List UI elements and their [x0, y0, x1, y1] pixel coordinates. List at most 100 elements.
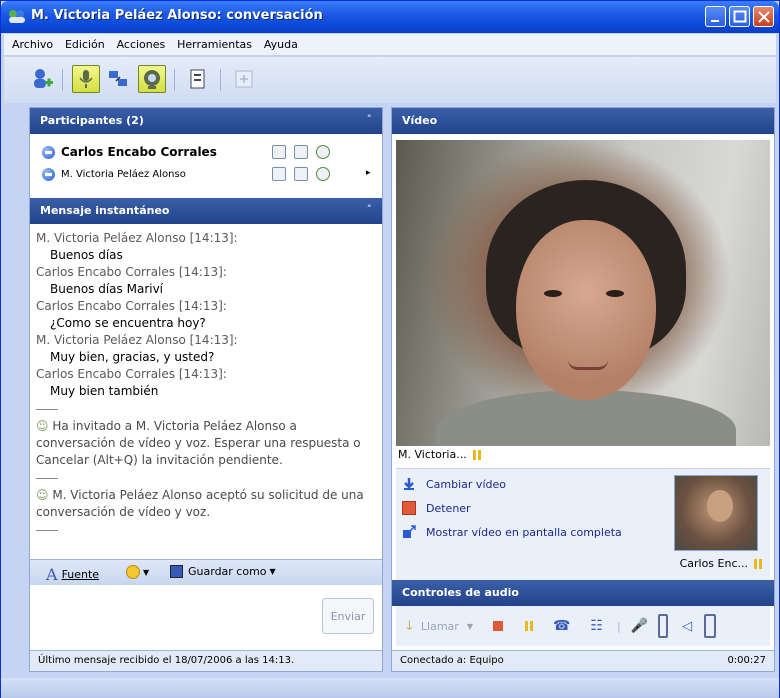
notepad-icon[interactable] [294, 167, 308, 181]
left-panel: Participantes (2) ˄ Carlos Encabo Corral… [29, 107, 383, 672]
fullscreen-label: Mostrar vídeo en pantalla completa [426, 525, 622, 539]
add-participant-button[interactable] [28, 65, 56, 93]
self-video-preview [674, 475, 758, 551]
collapse-icon[interactable]: ˄ [367, 203, 373, 216]
emoticon-button[interactable]: ▼ [126, 565, 149, 579]
system-message: ☺ Ha invitado a M. Victoria Peláez Alons… [36, 418, 376, 469]
message-text: Buenos días [50, 248, 123, 262]
toolbar [4, 57, 776, 103]
right-panel: Vídeo M. Victoria... Cambiar vídeo Deten… [391, 107, 775, 672]
menu-bar: Archivo Edición Acciones Herramientas Ay… [4, 34, 776, 56]
mic-volume-icon[interactable]: 🎤 [631, 618, 648, 634]
dropdown-arrow-icon[interactable]: ▼ [467, 622, 473, 631]
chat-bubble-icon[interactable] [272, 167, 286, 181]
speaker-icon[interactable]: ◁ [682, 619, 692, 634]
message-sender: M. Victoria Peláez Alonso [14:13]: [36, 231, 238, 245]
minimize-icon [711, 20, 719, 22]
remote-video [396, 140, 770, 446]
webcam-icon [144, 70, 160, 89]
notepad-icon[interactable] [294, 145, 308, 159]
hangup-icon[interactable]: ☎ [553, 618, 570, 634]
messenger-icon [9, 10, 25, 23]
keypad-icon[interactable]: ☷ [590, 618, 603, 634]
call-button[interactable]: Llamar [421, 620, 459, 633]
video-subject-face [516, 220, 656, 400]
dropdown-arrow-icon: ▼ [143, 567, 150, 577]
stop-label: Detener [426, 501, 471, 515]
close-button[interactable] [753, 6, 774, 27]
collapse-icon[interactable]: ˄ [367, 113, 373, 126]
message-text: Muy bien, gracias, y usted? [50, 350, 215, 364]
pause-icon[interactable] [524, 621, 533, 631]
share-button[interactable] [104, 65, 132, 93]
webcam-small-icon[interactable] [316, 145, 330, 159]
participants-header[interactable]: Participantes (2) ˄ [30, 108, 382, 134]
remote-name: M. Victoria... [398, 448, 467, 461]
remote-assist-icon [235, 70, 253, 88]
chat-transcript: M. Victoria Peláez Alonso [14:13]: Bueno… [36, 230, 376, 548]
video-subject-eye [544, 290, 562, 297]
microphone-icon [79, 70, 93, 88]
menu-ayuda[interactable]: Ayuda [264, 38, 298, 51]
webcam-small-icon[interactable] [316, 167, 330, 181]
send-button[interactable]: Enviar [322, 598, 374, 634]
stop-link[interactable]: Detener [402, 501, 471, 515]
font-icon: A [46, 565, 58, 584]
audio-controls: ↓ Llamar ▼ ☎ ☷ | 🎤 ◁ [396, 606, 770, 646]
title-bar: M. Victoria Peláez Alonso: conversación [1, 1, 779, 33]
close-icon [758, 11, 770, 23]
maximize-button[interactable] [729, 6, 750, 27]
divider [36, 409, 58, 410]
fullscreen-link[interactable]: Mostrar vídeo en pantalla completa [402, 525, 622, 539]
toolbar-separator [220, 69, 221, 91]
window-title: M. Victoria Peláez Alonso: conversación [31, 8, 323, 23]
window-bottom-strip [1, 678, 779, 698]
save-as-label: Guardar como [188, 565, 267, 578]
minimize-button[interactable] [705, 6, 726, 27]
audio-title: Controles de audio [402, 586, 519, 599]
divider [36, 478, 58, 479]
mic-level-icon[interactable] [658, 614, 669, 638]
invite-icon: ☺ [36, 419, 53, 433]
participant-actions [272, 167, 330, 181]
microphone-icon[interactable]: ↓ [404, 619, 415, 634]
presence-icon [42, 167, 55, 181]
stop-icon[interactable] [492, 621, 503, 631]
dropdown-arrow-icon: ▼ [269, 567, 276, 576]
pause-icon[interactable] [754, 558, 762, 569]
message-input[interactable]: Enviar [30, 586, 382, 650]
menu-acciones[interactable]: Acciones [117, 38, 166, 51]
menu-archivo[interactable]: Archivo [12, 38, 53, 51]
participant-row[interactable]: M. Victoria Peláez Alonso ▸ [42, 164, 372, 184]
message-sender: Carlos Encabo Corrales [14:13]: [36, 265, 227, 279]
toolbar-separator [62, 69, 63, 91]
call-duration: 0:00:27 [727, 655, 766, 666]
video-button[interactable] [138, 65, 166, 93]
font-button[interactable]: A Fuente [46, 565, 99, 584]
change-video-icon [404, 478, 414, 490]
speaker-level-icon[interactable] [704, 614, 717, 638]
self-video-label: Carlos Enc... [680, 557, 762, 570]
more-arrow-icon[interactable]: ▸ [366, 168, 371, 178]
message-sender: M. Victoria Peláez Alonso [14:13]: [36, 333, 238, 347]
audio-header: Controles de audio [392, 580, 774, 606]
menu-herramientas[interactable]: Herramientas [177, 38, 252, 51]
save-as-button[interactable]: Guardar como ▼ [170, 565, 276, 578]
participant-actions [272, 145, 330, 159]
remote-assist-button[interactable] [230, 65, 258, 93]
chat-bubble-icon[interactable] [272, 145, 286, 159]
audio-button[interactable] [72, 65, 100, 93]
change-video-link[interactable]: Cambiar vídeo [402, 477, 506, 491]
pause-icon[interactable] [472, 449, 481, 460]
status-bar-left: Último mensaje recibido el 18/07/2006 a … [30, 650, 382, 671]
participant-row[interactable]: Carlos Encabo Corrales [42, 142, 372, 162]
divider [36, 530, 58, 531]
document-icon [190, 69, 205, 89]
whiteboard-button[interactable] [184, 65, 212, 93]
smiley-icon [126, 565, 140, 579]
video-title: Vídeo [402, 114, 438, 127]
video-controls: Cambiar vídeo Detener Mostrar vídeo en p… [396, 468, 770, 580]
message-text: Buenos días Mariví [50, 282, 164, 296]
menu-edicion[interactable]: Edición [65, 38, 105, 51]
chat-header[interactable]: Mensaje instantáneo ˄ [30, 198, 382, 224]
